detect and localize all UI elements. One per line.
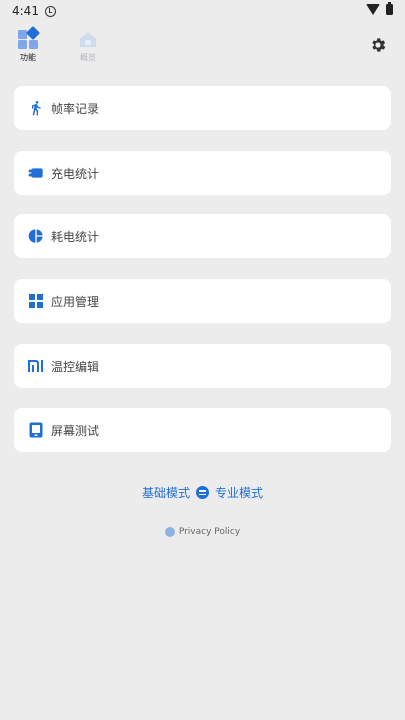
- menu-item-label: 充电统计: [51, 166, 100, 181]
- menu-item-label: 帧率记录: [51, 101, 100, 116]
- pro-mode-link[interactable]: 专业模式: [215, 484, 263, 501]
- pie-chart-icon: [28, 228, 44, 244]
- tab-overview-label: 概览: [80, 53, 96, 62]
- menu-item-frame-rate[interactable]: 帧率记录: [14, 86, 391, 130]
- clock-icon: [44, 5, 56, 17]
- tab-functions[interactable]: 功能: [8, 25, 48, 63]
- menu-item-label: 屏幕测试: [51, 423, 100, 438]
- status-indicators: [366, 2, 393, 15]
- status-bar: 4:41: [0, 0, 405, 22]
- top-tabs: 功能 概览: [0, 25, 405, 68]
- menu-item-screen-test[interactable]: 屏幕测试: [14, 408, 391, 452]
- privacy-policy-link[interactable]: Privacy Policy: [0, 527, 405, 537]
- privacy-policy-label: Privacy Policy: [178, 527, 241, 537]
- menu-item-power-stats[interactable]: 耗电统计: [14, 214, 391, 258]
- menu-item-thermal-edit[interactable]: 温控编辑: [14, 344, 391, 388]
- status-time: 4:41: [12, 4, 39, 18]
- home-icon: [77, 28, 99, 50]
- running-icon: [28, 100, 44, 116]
- mi-logo-icon: [28, 358, 44, 374]
- privacy-icon: [164, 527, 175, 537]
- mode-switch: 基础模式 专业模式: [0, 484, 405, 501]
- tab-functions-label: 功能: [20, 53, 36, 62]
- menu-item-label: 温控编辑: [51, 359, 100, 374]
- swap-icon[interactable]: [196, 486, 209, 499]
- phone-screen-icon: [28, 422, 44, 438]
- menu-item-label: 应用管理: [51, 294, 100, 309]
- basic-mode-link[interactable]: 基础模式: [142, 484, 190, 501]
- functions-icon: [17, 25, 41, 50]
- battery-icon: [386, 2, 393, 15]
- menu-item-app-management[interactable]: 应用管理: [14, 279, 391, 323]
- menu-item-label: 耗电统计: [51, 229, 100, 244]
- gear-icon[interactable]: [369, 36, 387, 54]
- menu-item-charging-stats[interactable]: 充电统计: [14, 151, 391, 195]
- grid-icon: [28, 293, 44, 309]
- charging-icon: [28, 165, 44, 181]
- tab-overview[interactable]: 概览: [68, 28, 108, 63]
- wifi-icon: [366, 4, 380, 15]
